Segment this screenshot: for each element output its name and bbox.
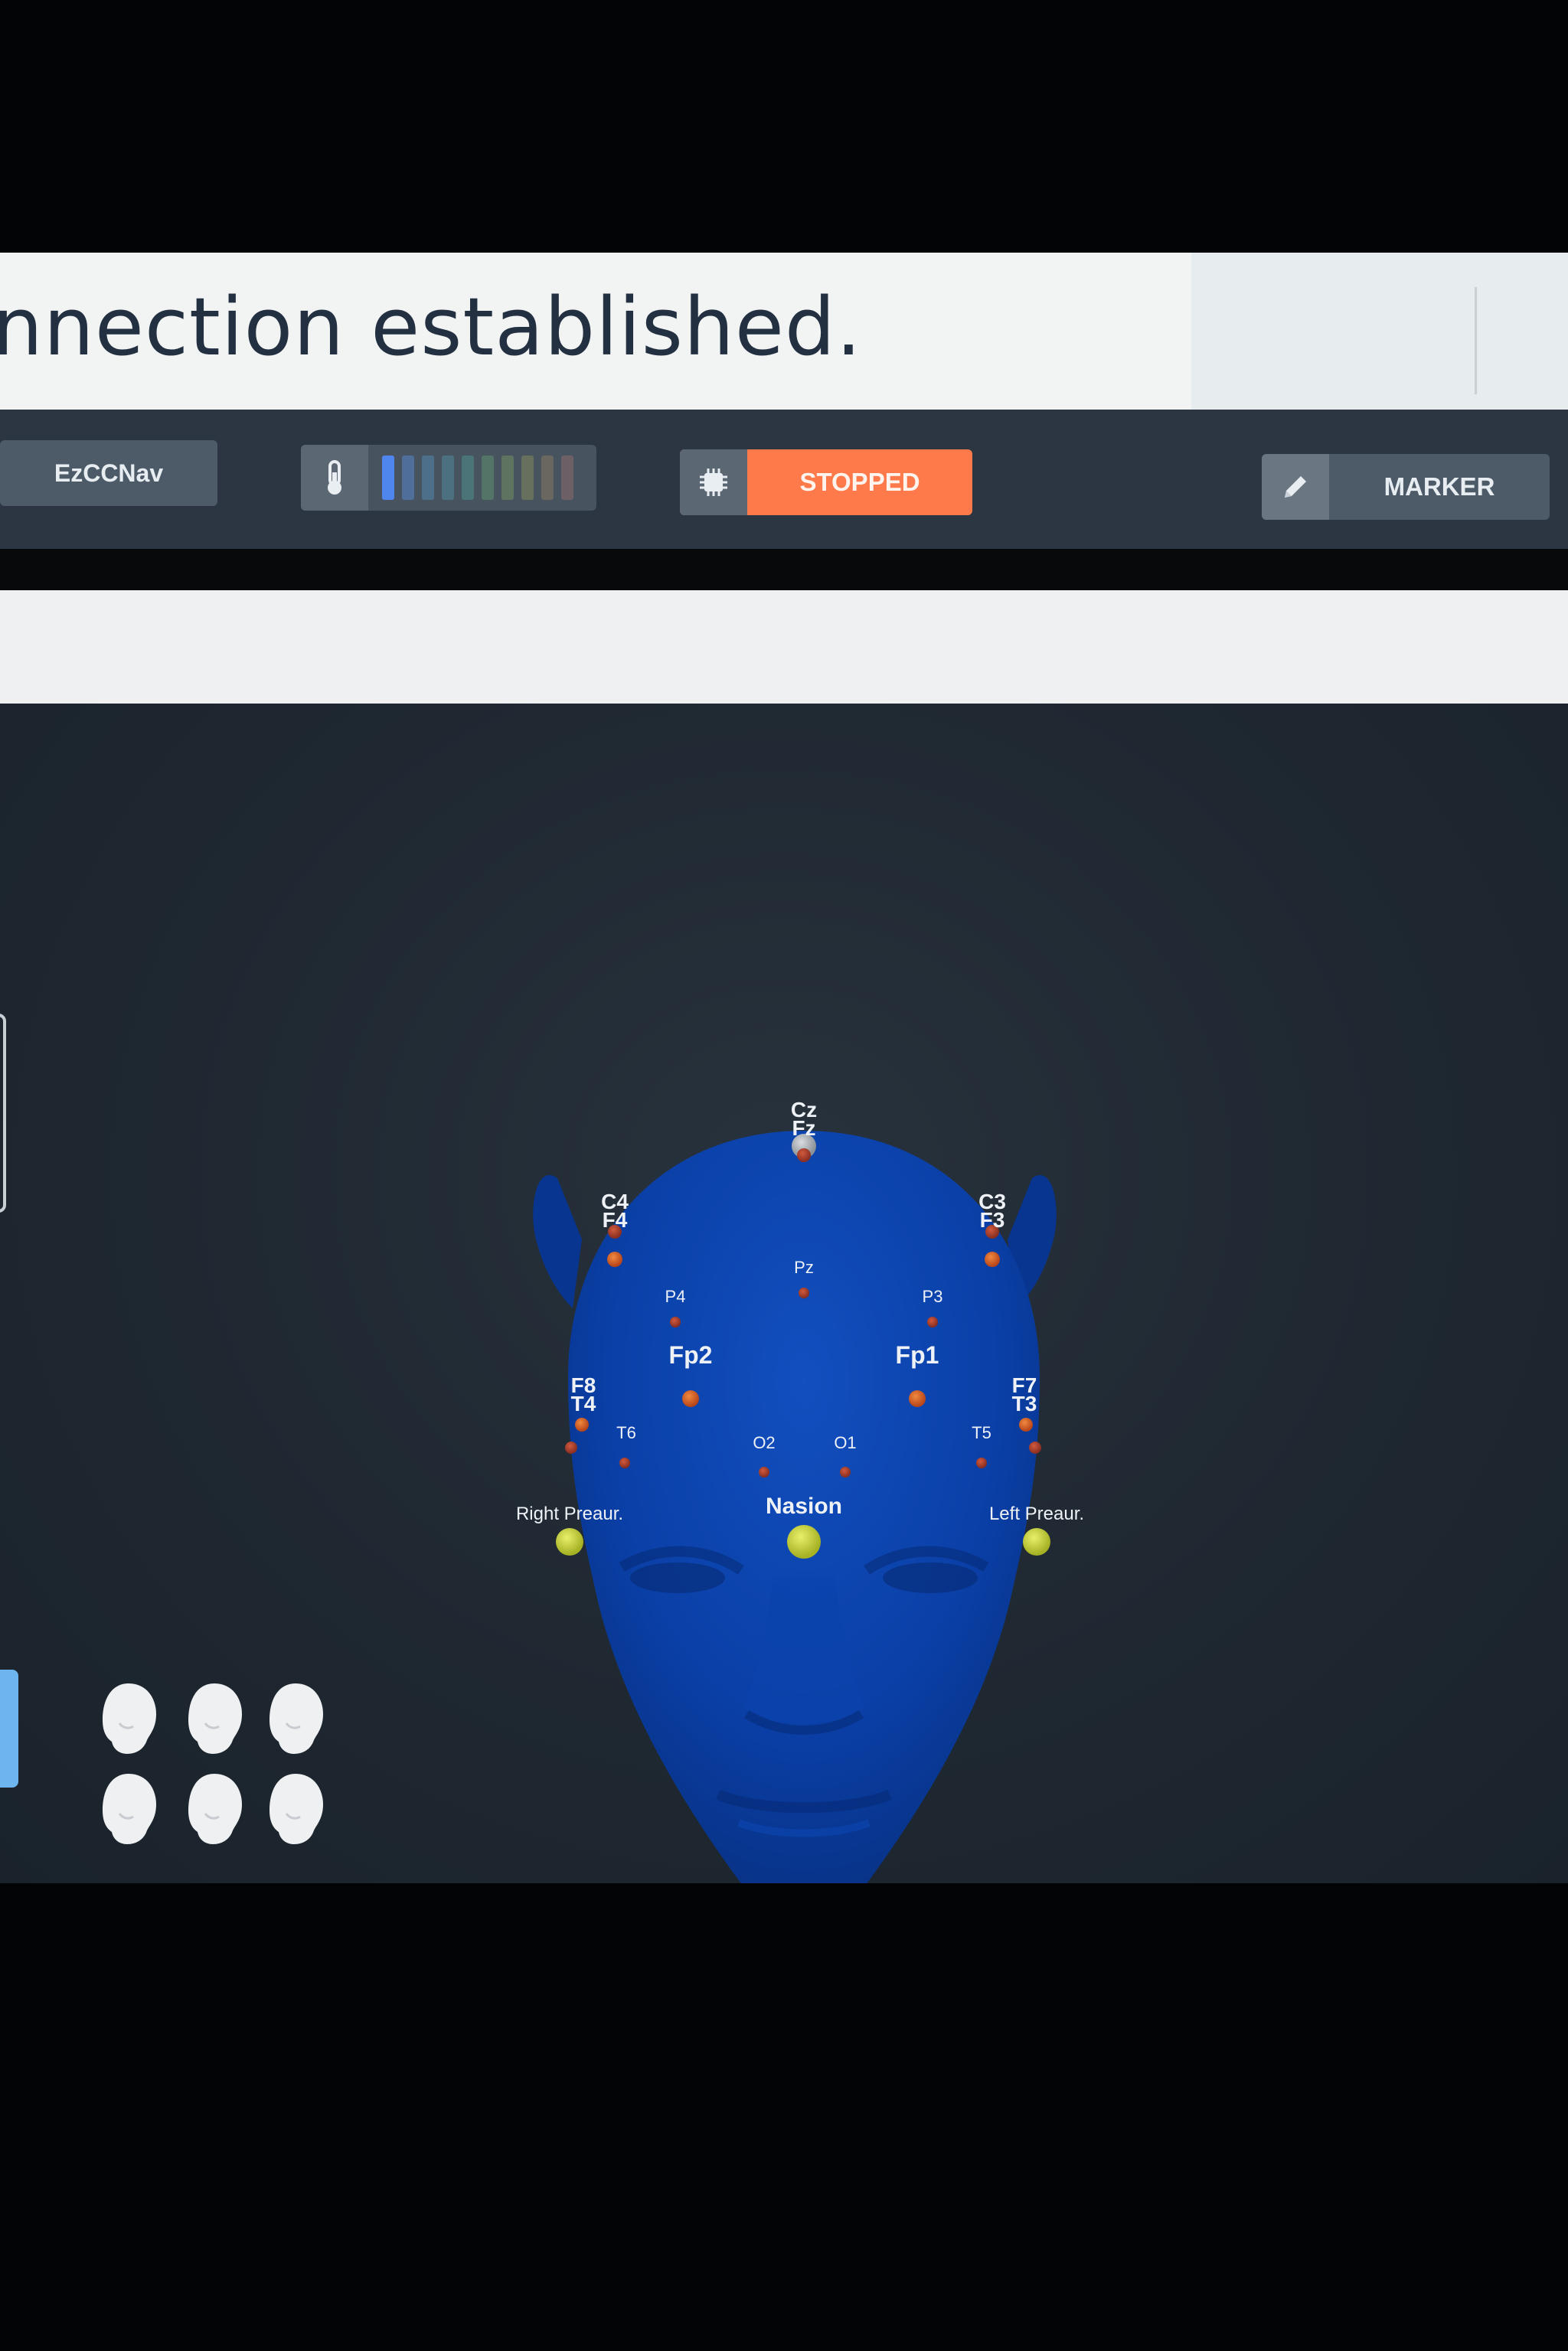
level-bar [382,456,394,500]
chip-icon [680,449,747,515]
head-view-icon [188,1774,242,1844]
view-right-button[interactable] [263,1768,328,1850]
electrode-t6[interactable]: T6 [616,1423,636,1468]
view-right-front-button[interactable] [263,1677,328,1760]
electrode-label: T5 [972,1423,991,1442]
electrode-left-preaur-[interactable]: Left Preaur. [989,1504,1084,1556]
toolbar: EzCCNav STOPPED MARKER [0,410,1568,549]
electrode-o1[interactable]: O1 [834,1433,857,1478]
electrode-dot[interactable] [976,1458,987,1468]
view-top-button[interactable] [182,1768,247,1850]
electrode-fp2[interactable]: Fp2 [669,1341,713,1407]
electrode-dot[interactable] [799,1288,809,1298]
electrode-label-secondary: T4 [571,1392,596,1415]
level-bar [561,456,573,500]
electrode-label-secondary: T3 [1012,1392,1037,1415]
level-bar [462,456,474,500]
electrode-label: Nasion [766,1494,842,1519]
electrode-c4[interactable]: C4F4 [601,1190,629,1267]
head-view-icon [103,1774,156,1844]
electrode-dot-secondary[interactable] [565,1442,577,1454]
electrode-f8[interactable]: F8T4 [565,1373,596,1454]
view-left-button[interactable] [96,1768,161,1850]
electrode-dot[interactable] [840,1467,851,1478]
electrode-label: O2 [753,1433,775,1452]
panel-header [0,590,1568,704]
level-bar [501,456,514,500]
electrode-label: T6 [616,1423,636,1442]
head-view-icon [270,1683,323,1754]
level-bar [482,456,494,500]
head-view-icon [270,1774,323,1844]
electrode-dot[interactable] [670,1317,681,1327]
banner-close-area[interactable] [1191,253,1568,410]
electrode-label: O1 [834,1433,856,1452]
electrode-dot[interactable] [1023,1528,1050,1556]
thermometer-icon [301,445,368,511]
banner-message: nnection established. [0,280,862,374]
level-bars [382,456,573,500]
level-bar [442,456,454,500]
marker-button[interactable]: MARKER [1262,454,1550,520]
app-screen: nnection established. EzCCNav STOPPED MA… [0,253,1568,1883]
electrode-dot-secondary[interactable] [607,1252,622,1267]
electrode-label: Pz [794,1258,814,1277]
electrode-dot[interactable] [927,1317,938,1327]
electrode-dot[interactable] [1019,1418,1033,1432]
electrode-c3[interactable]: C3F3 [978,1190,1006,1267]
electrode-dot[interactable] [759,1467,769,1478]
electrode-o2[interactable]: O2 [753,1433,776,1478]
electrode-dot-secondary[interactable] [1029,1442,1041,1454]
electrode-label: P4 [665,1287,686,1306]
marker-label: MARKER [1383,472,1495,501]
level-bar [541,456,554,500]
banner-divider [1475,287,1477,394]
electrode-dot-secondary[interactable] [797,1148,811,1162]
electrode-cz[interactable]: CzFz [791,1098,817,1162]
electrode-dot[interactable] [787,1525,821,1559]
separator [0,549,1568,590]
electrode-nasion[interactable]: Nasion [766,1494,842,1559]
app-name-button[interactable]: EzCCNav [0,440,217,506]
3d-head-viewport[interactable]: Cz Fz C4 F4 C3 F3 Pz P4 P3 Fp2 Fp1 F8 T4 F7 T3 T6 T5 O2 O1… [0,704,1568,1883]
electrode-label: Fp2 [669,1341,713,1369]
view-left-front-button[interactable] [96,1677,161,1760]
electrode-dot[interactable] [556,1528,583,1556]
electrode-label: Left Preaur. [989,1504,1084,1524]
notification-banner: nnection established. [0,253,1568,410]
view-back-button[interactable] [182,1677,247,1760]
electrode-dot[interactable] [909,1390,926,1407]
electrode-p4[interactable]: P4 [665,1287,686,1327]
level-bar [521,456,534,500]
electrode-label: Right Preaur. [516,1504,623,1524]
electrode-label-secondary: F3 [980,1208,1005,1232]
electrode-label: Fp1 [896,1341,939,1369]
status-label: STOPPED [799,468,920,496]
electrode-label-secondary: F4 [603,1208,628,1232]
electrode-dot[interactable] [575,1418,589,1432]
electrode-dot[interactable] [682,1390,699,1407]
electrode-fp1[interactable]: Fp1 [896,1341,939,1407]
electrode-label-secondary: Fz [792,1116,815,1140]
electrode-t5[interactable]: T5 [972,1423,991,1468]
acquisition-status-button[interactable]: STOPPED [680,449,972,515]
head-view-icon [188,1683,242,1754]
electrode-dot[interactable] [619,1458,630,1468]
pencil-icon [1262,454,1329,520]
electrode-right-preaur-[interactable]: Right Preaur. [516,1504,623,1556]
level-bar [422,456,434,500]
electrode-p3[interactable]: P3 [923,1287,943,1327]
level-bar [402,456,414,500]
electrode-dot-secondary[interactable] [985,1252,1000,1267]
electrode-pz[interactable]: Pz [794,1258,814,1298]
signal-level-indicator[interactable] [301,445,596,511]
electrode-label: P3 [923,1287,943,1306]
electrode-f7[interactable]: F7T3 [1012,1373,1041,1454]
head-view-icon [103,1683,156,1754]
